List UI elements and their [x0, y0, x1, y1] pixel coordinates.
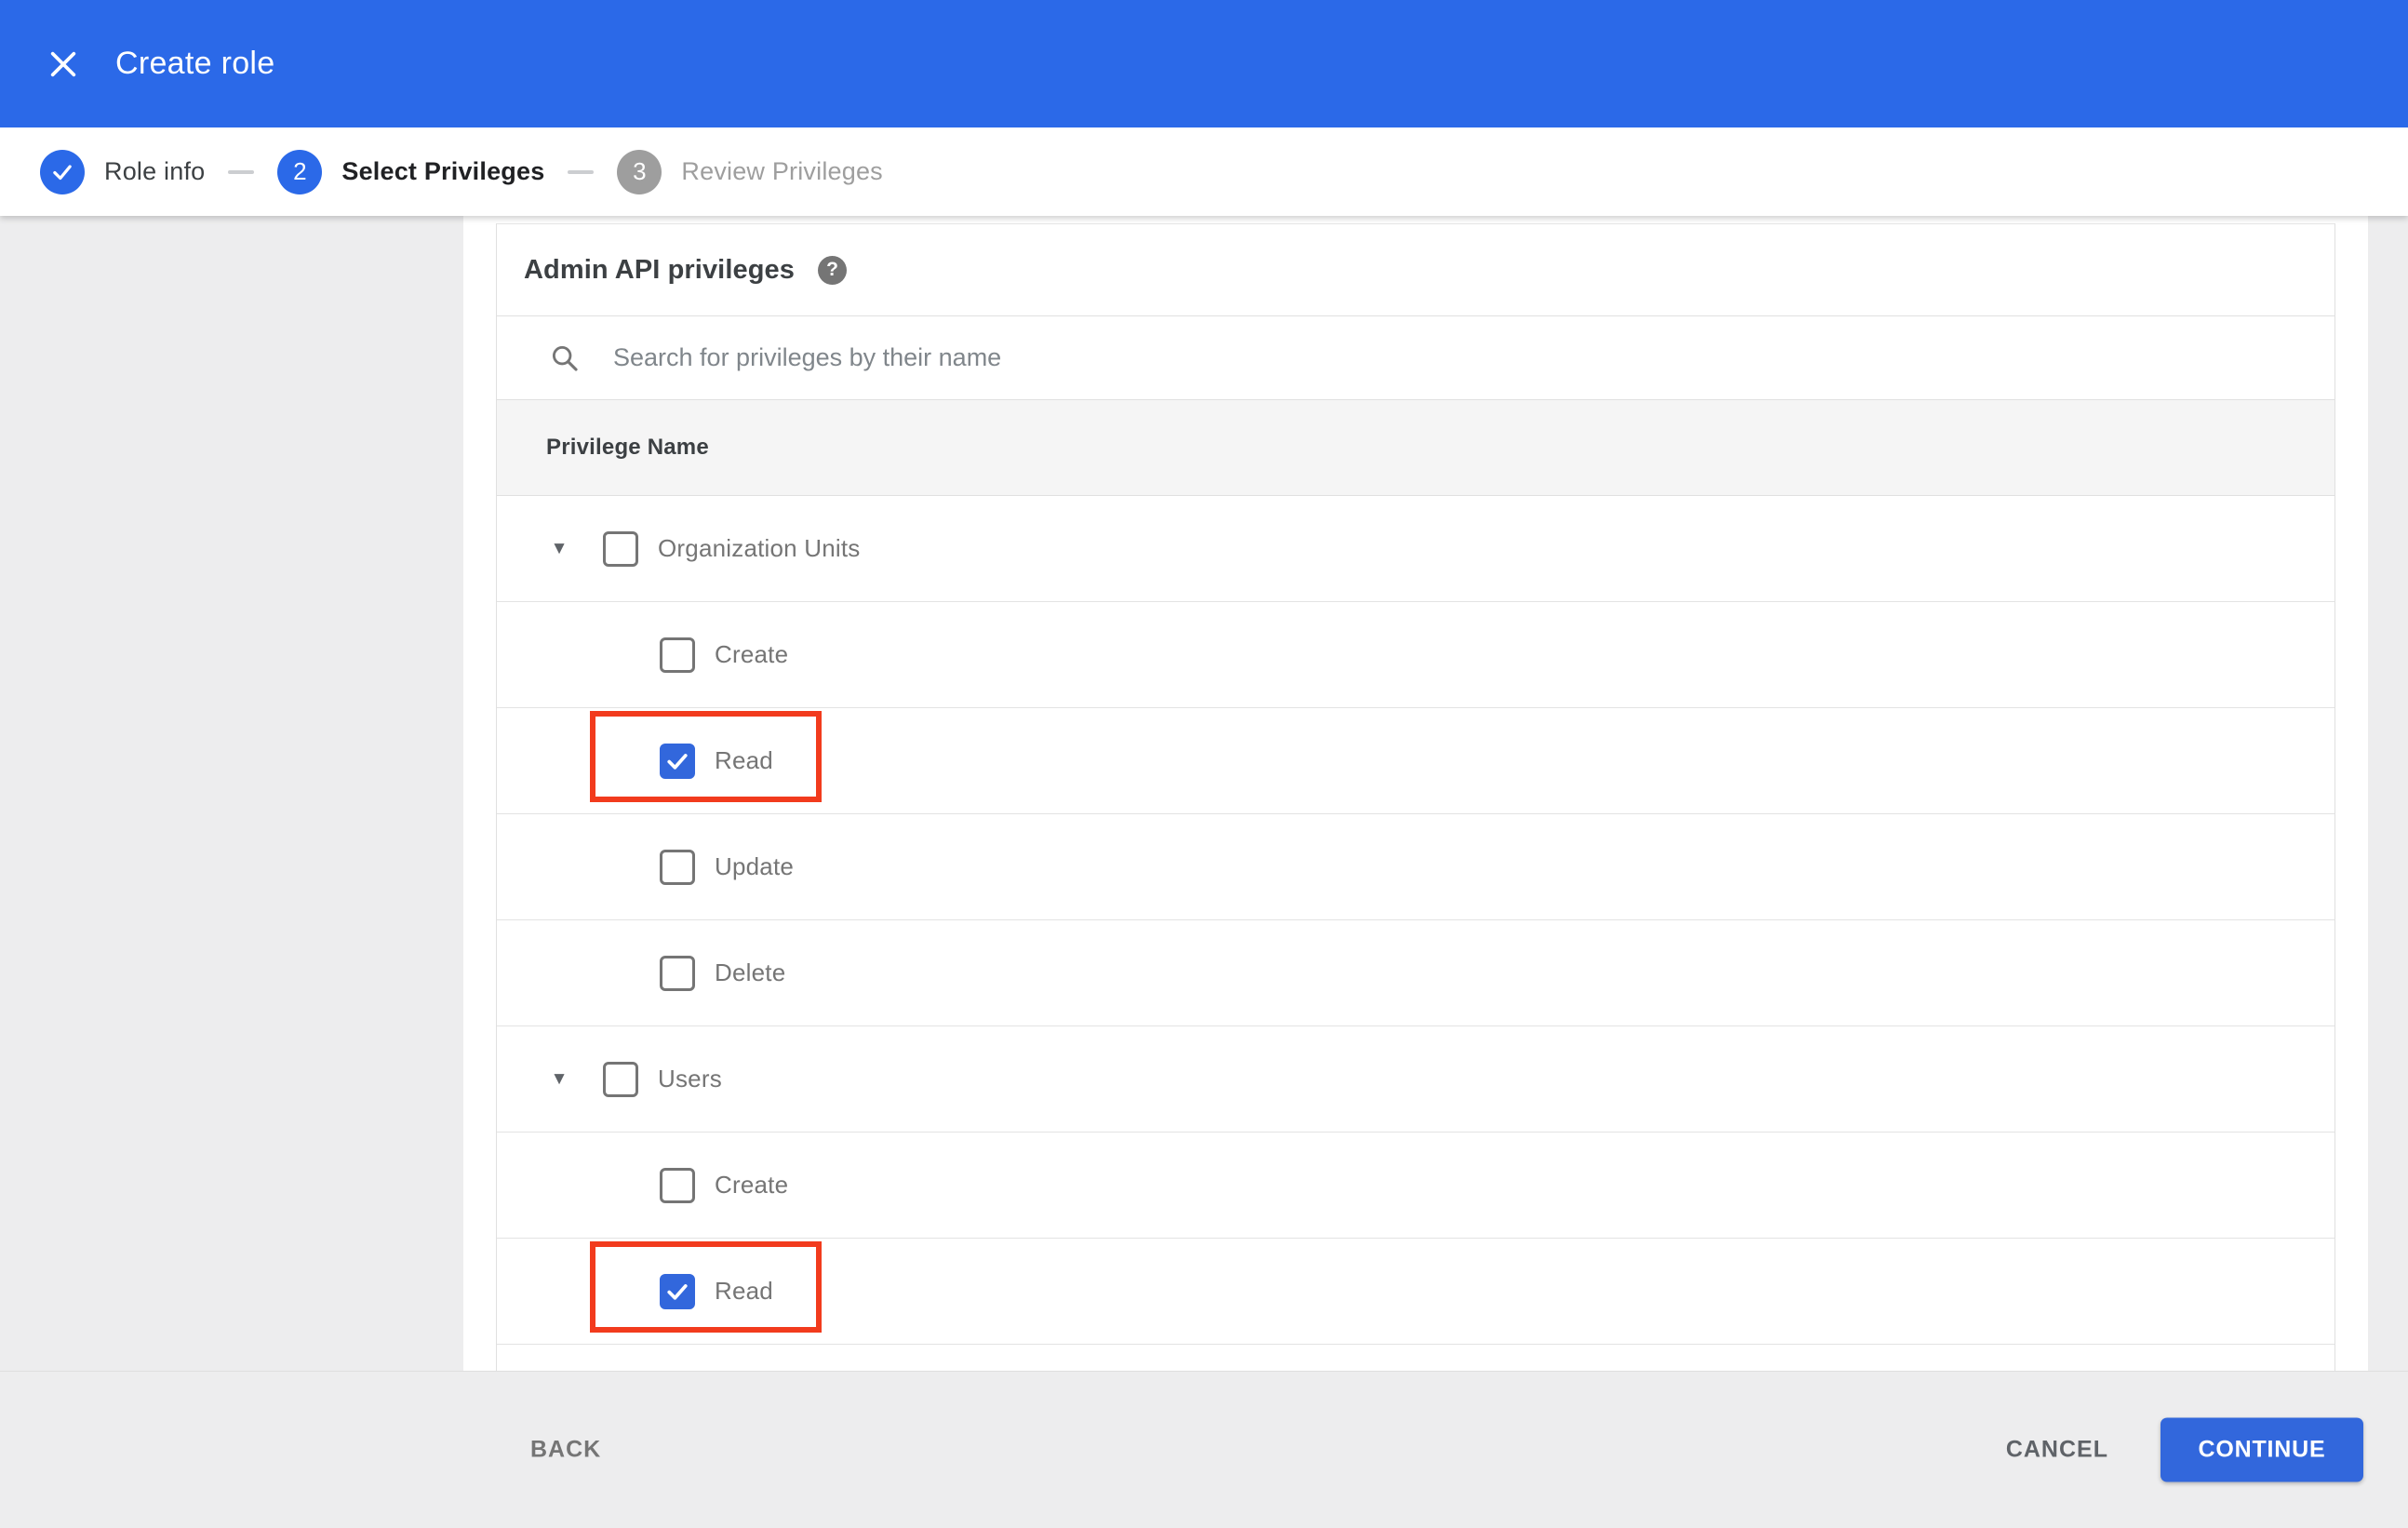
annotation-highlight-box	[590, 711, 822, 802]
search-icon	[549, 342, 581, 374]
privilege-checkbox[interactable]	[603, 530, 638, 567]
annotation-highlight-box	[590, 1241, 822, 1333]
column-header-privilege-name: Privilege Name	[546, 435, 709, 460]
privilege-search-row	[497, 316, 2334, 400]
table-row: ▼ Users	[497, 1026, 2334, 1133]
wizard-stepper: Role info 2 Select Privileges 3 Review P…	[0, 127, 2408, 216]
privilege-checkbox[interactable]	[660, 743, 695, 779]
app-bar: Create role	[0, 0, 2408, 127]
step-label: Select Privileges	[341, 157, 545, 185]
privileges-table: ▼ Organization Units ▼ Create ▼ Read ▼	[497, 496, 2334, 1345]
table-row: ▼ Read	[497, 1239, 2334, 1345]
privileges-panel: Admin API privileges ? Privilege Name	[496, 223, 2335, 1371]
close-icon[interactable]	[37, 38, 89, 90]
search-input[interactable]	[611, 342, 2334, 373]
section-title: Admin API privileges	[524, 254, 795, 285]
step-number-badge: 3	[617, 149, 662, 194]
step-label: Role info	[104, 157, 206, 185]
step-label: Review Privileges	[681, 157, 883, 185]
step-review-privileges[interactable]: 3 Review Privileges	[617, 149, 883, 194]
expand-caret-icon[interactable]: ▼	[542, 1069, 576, 1090]
dialog-body: Admin API privileges ? Privilege Name	[0, 216, 2408, 1371]
dialog-title: Create role	[115, 46, 275, 81]
table-header: Privilege Name	[497, 400, 2334, 496]
table-row: ▼ Organization Units	[497, 496, 2334, 602]
table-row: ▼ Read	[497, 708, 2334, 814]
content-viewport: Admin API privileges ? Privilege Name	[463, 216, 2368, 1371]
footer-actions: CANCEL CONTINUE	[1997, 1417, 2363, 1482]
privilege-label: Organization Units	[658, 534, 861, 562]
privilege-label: Update	[715, 852, 795, 880]
privilege-checkbox[interactable]	[660, 955, 695, 991]
privilege-label: Create	[715, 1171, 789, 1199]
privilege-label: Delete	[715, 958, 786, 986]
panel-heading: Admin API privileges ?	[497, 224, 2334, 316]
continue-button[interactable]: CONTINUE	[2161, 1417, 2363, 1482]
privilege-label: Read	[715, 746, 773, 774]
help-icon[interactable]: ?	[818, 255, 847, 285]
dialog-footer: BACK CANCEL CONTINUE	[0, 1371, 2408, 1528]
table-row: ▼ Create	[497, 1133, 2334, 1239]
step-role-info[interactable]: Role info	[40, 149, 206, 194]
back-button[interactable]: BACK	[525, 1424, 607, 1477]
table-row: ▼ Create	[497, 602, 2334, 708]
create-role-dialog: Create role Role info 2 Select Privilege…	[0, 0, 2408, 1528]
privilege-checkbox[interactable]	[660, 1167, 695, 1203]
privilege-label: Read	[715, 1277, 773, 1305]
expand-caret-icon[interactable]: ▼	[542, 539, 576, 559]
table-row: ▼ Update	[497, 814, 2334, 920]
step-connector	[228, 169, 255, 174]
privilege-label: Users	[658, 1065, 722, 1092]
privilege-checkbox[interactable]	[660, 849, 695, 885]
step-select-privileges[interactable]: 2 Select Privileges	[277, 149, 545, 194]
privilege-checkbox[interactable]	[660, 637, 695, 673]
table-row: ▼ Delete	[497, 920, 2334, 1026]
cancel-button[interactable]: CANCEL	[1997, 1424, 2118, 1477]
privilege-checkbox[interactable]	[603, 1061, 638, 1097]
step-done-check-icon	[40, 149, 85, 194]
privilege-label: Create	[715, 640, 789, 668]
step-number-badge: 2	[277, 149, 323, 194]
privilege-checkbox[interactable]	[660, 1273, 695, 1309]
step-connector	[568, 169, 595, 174]
